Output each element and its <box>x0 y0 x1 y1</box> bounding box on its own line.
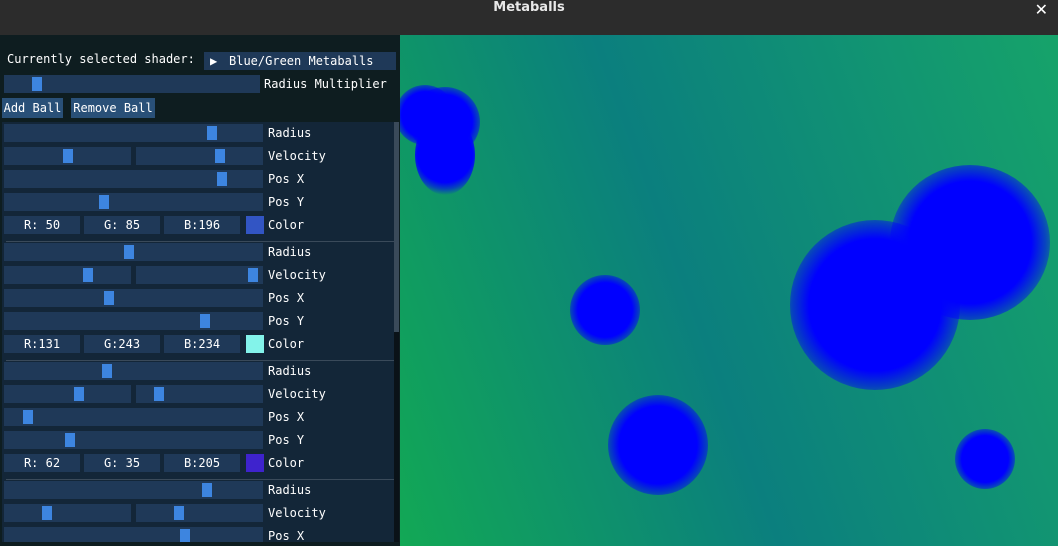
radius-slider[interactable] <box>4 481 263 499</box>
color-label: Color <box>268 456 305 470</box>
radius-multiplier-grab[interactable] <box>32 77 42 91</box>
metaballs-canvas <box>400 35 1058 546</box>
color-swatch[interactable] <box>246 454 264 472</box>
pos-x-slider[interactable] <box>4 170 263 188</box>
ball-separator <box>6 241 396 242</box>
pos-x-slider[interactable] <box>4 527 263 542</box>
pos-y-label: Pos Y <box>268 433 305 447</box>
velocity-x-slider[interactable] <box>4 266 131 284</box>
radius-multiplier-slider[interactable] <box>4 75 260 93</box>
velocity-label: Velocity <box>268 506 326 520</box>
ball-list[interactable]: Radius Velocity Pos X Pos Y R: 50 G: 85 B:196 C… <box>2 122 396 542</box>
velocity-label: Velocity <box>268 387 326 401</box>
close-icon[interactable]: ✕ <box>1035 0 1048 35</box>
color-g-field[interactable]: G: 85 <box>84 216 160 234</box>
pos-y-slider[interactable] <box>4 431 263 449</box>
color-g-field[interactable]: G: 35 <box>84 454 160 472</box>
velocity-label: Velocity <box>268 149 326 163</box>
pos-x-slider[interactable] <box>4 408 263 426</box>
velocity-y-slider[interactable] <box>136 147 263 165</box>
metaball <box>415 115 475 195</box>
pos-y-label: Pos Y <box>268 314 305 328</box>
pos-x-label: Pos X <box>268 410 305 424</box>
metaball <box>890 165 1050 320</box>
radius-slider-grab[interactable] <box>202 483 212 497</box>
velocity-y-slider-grab[interactable] <box>154 387 164 401</box>
velocity-y-slider[interactable] <box>136 385 263 403</box>
pos-x-label: Pos X <box>268 172 305 186</box>
color-r-field[interactable]: R: 50 <box>4 216 80 234</box>
color-label: Color <box>268 337 305 351</box>
velocity-x-slider-grab[interactable] <box>42 506 52 520</box>
color-b-field[interactable]: B:234 <box>164 335 240 353</box>
radius-label: Radius <box>268 126 312 140</box>
control-panel: Currently selected shader: ▶ Blue/Green … <box>0 35 400 546</box>
title-bar: Metaballs ✕ <box>0 0 1058 35</box>
pos-x-slider-grab[interactable] <box>180 529 190 542</box>
radius-slider[interactable] <box>4 362 263 380</box>
combo-arrow-icon: ▶ <box>210 54 218 68</box>
radius-label: Radius <box>268 364 312 378</box>
color-swatch[interactable] <box>246 216 264 234</box>
shader-combo-value: Blue/Green Metaballs <box>229 54 374 68</box>
ball-separator <box>6 479 396 480</box>
color-b-field[interactable]: B:205 <box>164 454 240 472</box>
shader-label: Currently selected shader: <box>7 52 195 66</box>
pos-x-label: Pos X <box>268 291 305 305</box>
pos-x-slider[interactable] <box>4 289 263 307</box>
velocity-x-slider-grab[interactable] <box>63 149 73 163</box>
radius-slider[interactable] <box>4 124 263 142</box>
velocity-x-slider[interactable] <box>4 147 131 165</box>
window-title: Metaballs <box>493 0 565 15</box>
color-label: Color <box>268 218 305 232</box>
metaball <box>608 395 708 495</box>
velocity-x-slider-grab[interactable] <box>83 268 93 282</box>
radius-slider[interactable] <box>4 243 263 261</box>
velocity-x-slider[interactable] <box>4 504 131 522</box>
color-g-field[interactable]: G:243 <box>84 335 160 353</box>
radius-label: Radius <box>268 483 312 497</box>
velocity-x-slider[interactable] <box>4 385 131 403</box>
remove-ball-button[interactable]: Remove Ball <box>71 98 155 118</box>
velocity-x-slider-grab[interactable] <box>74 387 84 401</box>
add-ball-button[interactable]: Add Ball <box>2 98 63 118</box>
radius-slider-grab[interactable] <box>124 245 134 259</box>
pos-y-slider-grab[interactable] <box>65 433 75 447</box>
shader-combo[interactable]: ▶ Blue/Green Metaballs <box>204 52 396 70</box>
color-b-field[interactable]: B:196 <box>164 216 240 234</box>
color-swatch[interactable] <box>246 335 264 353</box>
color-r-field[interactable]: R:131 <box>4 335 80 353</box>
ball-list-scrollbar[interactable] <box>394 122 399 542</box>
velocity-y-slider-grab[interactable] <box>248 268 258 282</box>
color-r-field[interactable]: R: 62 <box>4 454 80 472</box>
radius-slider-grab[interactable] <box>207 126 217 140</box>
radius-label: Radius <box>268 245 312 259</box>
pos-y-slider[interactable] <box>4 312 263 330</box>
pos-x-slider-grab[interactable] <box>104 291 114 305</box>
velocity-y-slider[interactable] <box>136 266 263 284</box>
pos-y-label: Pos Y <box>268 195 305 209</box>
radius-multiplier-label: Radius Multiplier <box>264 77 387 91</box>
pos-y-slider-grab[interactable] <box>99 195 109 209</box>
metaball <box>955 429 1015 489</box>
pos-y-slider[interactable] <box>4 193 263 211</box>
metaball <box>570 275 640 345</box>
ball-separator <box>6 360 396 361</box>
radius-slider-grab[interactable] <box>102 364 112 378</box>
velocity-y-slider[interactable] <box>136 504 263 522</box>
velocity-label: Velocity <box>268 268 326 282</box>
pos-x-slider-grab[interactable] <box>217 172 227 186</box>
pos-y-slider-grab[interactable] <box>200 314 210 328</box>
pos-x-slider-grab[interactable] <box>23 410 33 424</box>
pos-x-label: Pos X <box>268 529 305 542</box>
velocity-y-slider-grab[interactable] <box>174 506 184 520</box>
velocity-y-slider-grab[interactable] <box>215 149 225 163</box>
scrollbar-grab[interactable] <box>394 122 399 332</box>
